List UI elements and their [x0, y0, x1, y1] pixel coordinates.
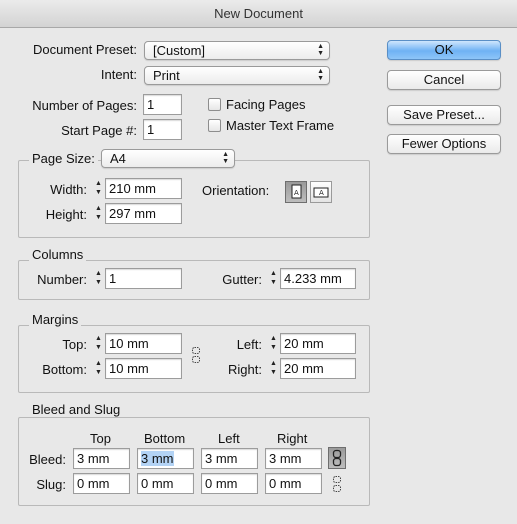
margins-title: Margins — [29, 312, 82, 327]
margin-right-input[interactable]: 20 mm — [280, 358, 356, 379]
gutter-input[interactable]: 4.233 mm — [280, 268, 356, 289]
margin-bottom-stepper[interactable]: ▲ ▼ — [93, 359, 104, 380]
bleed-right-input[interactable]: 3 mm — [265, 448, 322, 469]
slug-bottom-input[interactable]: 0 mm — [137, 473, 194, 494]
margin-bottom-label: Bottom: — [42, 362, 87, 377]
gutter-stepper[interactable]: ▲ ▼ — [268, 269, 279, 290]
columns-number-stepper[interactable]: ▲ ▼ — [93, 269, 104, 290]
landscape-orientation-button[interactable]: A — [310, 181, 332, 203]
slug-label: Slug: — [36, 477, 66, 492]
bleed-top-input[interactable]: 3 mm — [73, 448, 130, 469]
bleed-bottom-selected-text: 3 mm — [141, 451, 174, 466]
link-slug-icon[interactable] — [332, 475, 342, 493]
width-stepper[interactable]: ▲ ▼ — [93, 179, 104, 200]
landscape-page-icon: A — [313, 187, 329, 198]
height-input[interactable]: 297 mm — [105, 203, 182, 224]
bleed-header-top: Top — [90, 431, 111, 446]
select-arrows-icon: ▲ ▼ — [222, 151, 229, 165]
number-of-pages-input[interactable]: 1 — [143, 94, 182, 115]
new-document-dialog: Document Preset: [Custom] ▲ ▼ Intent: Pri… — [0, 28, 517, 524]
save-preset-button[interactable]: Save Preset... — [387, 105, 501, 125]
orientation-label: Orientation: — [202, 183, 270, 198]
intent-select[interactable]: Print ▲ ▼ — [144, 66, 330, 85]
margin-top-label: Top: — [62, 337, 87, 352]
gutter-label: Gutter: — [222, 272, 262, 287]
intent-value: Print — [153, 68, 180, 83]
margin-bottom-input[interactable]: 10 mm — [105, 358, 182, 379]
margin-left-label: Left: — [236, 337, 262, 352]
bleed-header-bottom: Bottom — [144, 431, 186, 446]
fewer-options-button[interactable]: Fewer Options — [387, 134, 501, 154]
window-title: New Document — [0, 0, 517, 28]
chain-link-icon — [332, 449, 342, 467]
bleed-left-input[interactable]: 3 mm — [201, 448, 258, 469]
document-preset-select[interactable]: [Custom] ▲ ▼ — [144, 41, 330, 60]
width-label: Width: — [50, 182, 87, 197]
bleed-slug-title: Bleed and Slug — [29, 402, 124, 417]
bleed-bottom-input[interactable]: 3 mm — [137, 448, 194, 469]
slug-left-input[interactable]: 0 mm — [201, 473, 258, 494]
margin-top-input[interactable]: 10 mm — [105, 333, 182, 354]
columns-number-label: Number: — [37, 272, 87, 287]
bleed-header-right: Right — [277, 431, 308, 446]
link-bleed-button[interactable] — [328, 447, 346, 469]
bleed-header-left: Left — [218, 431, 240, 446]
number-of-pages-label: Number of Pages: — [32, 98, 137, 113]
bleed-label: Bleed: — [29, 452, 66, 467]
select-arrows-icon: ▲ ▼ — [317, 43, 324, 57]
page-size-label: Page Size: — [29, 151, 98, 166]
facing-pages-checkbox[interactable] — [208, 98, 221, 111]
start-page-input[interactable]: 1 — [143, 119, 182, 140]
intent-label: Intent: — [100, 67, 137, 82]
document-preset-value: [Custom] — [153, 43, 206, 58]
margin-top-stepper[interactable]: ▲ ▼ — [93, 334, 104, 355]
page-size-select[interactable]: A4 ▲ ▼ — [101, 149, 235, 168]
columns-title: Columns — [29, 247, 87, 262]
page-size-value: A4 — [110, 151, 126, 166]
margin-right-label: Right: — [228, 362, 262, 377]
portrait-orientation-button[interactable]: A — [285, 181, 307, 203]
cancel-button[interactable]: Cancel — [387, 70, 501, 90]
height-label: Height: — [45, 207, 87, 222]
svg-text:A: A — [294, 189, 299, 197]
facing-pages-label: Facing Pages — [226, 97, 306, 112]
select-arrows-icon: ▲ ▼ — [317, 68, 324, 82]
width-input[interactable]: 210 mm — [105, 178, 182, 199]
margin-left-input[interactable]: 20 mm — [280, 333, 356, 354]
portrait-page-icon: A — [291, 184, 302, 199]
ok-button[interactable]: OK — [387, 40, 501, 60]
slug-right-input[interactable]: 0 mm — [265, 473, 322, 494]
slug-top-input[interactable]: 0 mm — [73, 473, 130, 494]
margin-left-stepper[interactable]: ▲ ▼ — [268, 334, 279, 355]
columns-number-input[interactable]: 1 — [105, 268, 182, 289]
svg-text:A: A — [319, 189, 324, 197]
master-text-frame-checkbox[interactable] — [208, 119, 221, 132]
master-text-frame-label: Master Text Frame — [226, 118, 335, 133]
margin-right-stepper[interactable]: ▲ ▼ — [268, 359, 279, 380]
document-preset-label: Document Preset: — [32, 42, 137, 57]
height-stepper[interactable]: ▲ ▼ — [93, 204, 104, 225]
start-page-label: Start Page #: — [61, 123, 137, 138]
